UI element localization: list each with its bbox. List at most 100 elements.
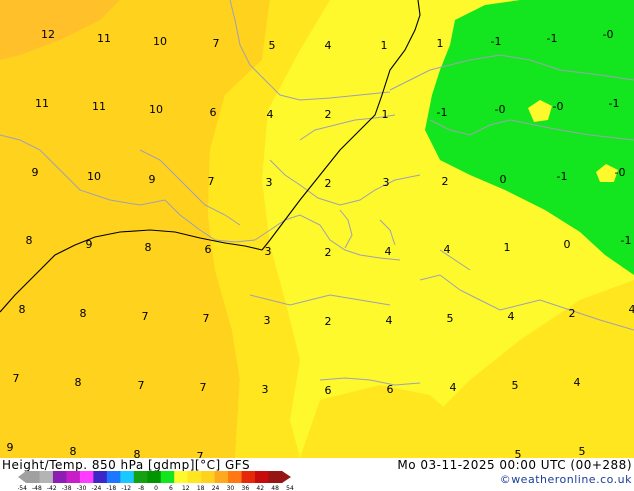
temp-value: -0 bbox=[553, 100, 564, 113]
temp-value: 7 bbox=[197, 450, 204, 458]
temp-value: 9 bbox=[149, 173, 156, 186]
scale-label: 6 bbox=[169, 485, 173, 491]
scale-swatch bbox=[80, 471, 94, 483]
temp-value: 7 bbox=[142, 310, 149, 323]
temp-value: 3 bbox=[264, 314, 271, 327]
scale-label: 48 bbox=[271, 485, 279, 491]
temp-value: 2 bbox=[442, 175, 449, 188]
temp-value: 1 bbox=[437, 37, 444, 50]
temp-value: -1 bbox=[437, 106, 448, 119]
temp-value: 1 bbox=[381, 39, 388, 52]
temp-value: 8 bbox=[19, 303, 26, 316]
scale-label: -42 bbox=[47, 485, 57, 491]
scale-swatch bbox=[93, 471, 107, 483]
temp-value: 10 bbox=[153, 35, 167, 48]
temp-value: -0 bbox=[615, 166, 626, 179]
scale-swatch bbox=[201, 471, 215, 483]
temp-value: 4 bbox=[508, 310, 515, 323]
temp-value: 8 bbox=[134, 448, 141, 458]
temp-value: 8 bbox=[70, 445, 77, 458]
scale-label: 24 bbox=[212, 485, 220, 491]
temp-value: 9 bbox=[86, 238, 93, 251]
temp-value: 1 bbox=[504, 241, 511, 254]
scale-swatch bbox=[174, 471, 188, 483]
temp-value: 2 bbox=[569, 307, 576, 320]
temp-value: 8 bbox=[80, 307, 87, 320]
map-title: Height/Temp. 850 hPa [gdmp][°C] GFS bbox=[2, 458, 250, 472]
temp-value: 7 bbox=[213, 37, 220, 50]
temp-value: 3 bbox=[265, 245, 272, 258]
temp-value: 0 bbox=[500, 173, 507, 186]
temp-value: 1 bbox=[382, 108, 389, 121]
scale-swatch bbox=[188, 471, 202, 483]
scale-swatch bbox=[161, 471, 175, 483]
scale-label: -12 bbox=[121, 485, 131, 491]
temp-value: 3 bbox=[266, 176, 273, 189]
forecast-time: Mo 03-11-2025 00:00 UTC (00+288) bbox=[397, 458, 632, 472]
scale-label: -30 bbox=[77, 485, 87, 491]
temp-value: 5 bbox=[579, 445, 586, 458]
color-scale-bar bbox=[18, 471, 292, 483]
temp-value: 3 bbox=[383, 176, 390, 189]
temp-value: 12 bbox=[41, 28, 55, 41]
scale-label: -38 bbox=[62, 485, 72, 491]
scale-label: -18 bbox=[106, 485, 116, 491]
credit-link[interactable]: ©weatheronline.co.uk bbox=[500, 473, 632, 486]
temp-value: 4 bbox=[629, 303, 634, 316]
temp-value: 4 bbox=[444, 243, 451, 256]
temp-value: -1 bbox=[621, 234, 632, 247]
scale-swatch bbox=[255, 471, 269, 483]
temp-value: 2 bbox=[325, 177, 332, 190]
scale-swatch bbox=[228, 471, 242, 483]
temp-value: 5 bbox=[269, 39, 276, 52]
scale-label: 30 bbox=[227, 485, 235, 491]
temp-value: 6 bbox=[205, 243, 212, 256]
temp-value: 2 bbox=[325, 108, 332, 121]
temp-value: 6 bbox=[325, 384, 332, 397]
temp-value: -0 bbox=[495, 103, 506, 116]
temp-value: 4 bbox=[450, 381, 457, 394]
temp-value: 4 bbox=[385, 245, 392, 258]
scale-swatch bbox=[147, 471, 161, 483]
temp-value: 8 bbox=[75, 376, 82, 389]
temp-value: -0 bbox=[603, 28, 614, 41]
scale-label: 42 bbox=[256, 485, 264, 491]
temp-value: 4 bbox=[325, 39, 332, 52]
scale-swatch bbox=[107, 471, 121, 483]
scale-swatch bbox=[134, 471, 148, 483]
scale-label: -54 bbox=[18, 485, 27, 491]
temp-value: 3 bbox=[262, 383, 269, 396]
scale-label: 54 bbox=[286, 485, 294, 491]
temp-value: 10 bbox=[149, 103, 163, 116]
scale-label: 12 bbox=[182, 485, 190, 491]
temp-value: 6 bbox=[210, 106, 217, 119]
temp-value: 5 bbox=[515, 448, 522, 458]
temp-value: 10 bbox=[87, 170, 101, 183]
temp-value: 4 bbox=[574, 376, 581, 389]
temp-value: 0 bbox=[564, 238, 571, 251]
scale-label: 0 bbox=[154, 485, 158, 491]
scale-swatch bbox=[39, 471, 53, 483]
scale-swatch bbox=[53, 471, 67, 483]
scale-swatch bbox=[269, 471, 283, 483]
temp-value: 6 bbox=[387, 383, 394, 396]
scale-swatch bbox=[26, 471, 40, 483]
temp-value: 11 bbox=[35, 97, 49, 110]
temp-value: 7 bbox=[203, 312, 210, 325]
scale-label: -24 bbox=[92, 485, 102, 491]
temp-value: 9 bbox=[32, 166, 39, 179]
temp-value: -1 bbox=[557, 170, 568, 183]
temperature-map: 12 11 10 7 5 4 1 1 -1 -1 -0 11 11 10 6 4… bbox=[0, 0, 634, 458]
temp-value: 7 bbox=[208, 175, 215, 188]
temp-value: 7 bbox=[13, 372, 20, 385]
scale-swatch bbox=[242, 471, 256, 483]
temp-value: -1 bbox=[609, 97, 620, 110]
scale-label: -8 bbox=[138, 485, 144, 491]
temp-value: -1 bbox=[491, 35, 502, 48]
temp-value: 8 bbox=[145, 241, 152, 254]
scale-swatch bbox=[120, 471, 134, 483]
scale-arrow-right bbox=[282, 471, 291, 483]
temp-value: 5 bbox=[447, 312, 454, 325]
scale-arrow-left bbox=[18, 471, 26, 483]
temp-value: 7 bbox=[138, 379, 145, 392]
